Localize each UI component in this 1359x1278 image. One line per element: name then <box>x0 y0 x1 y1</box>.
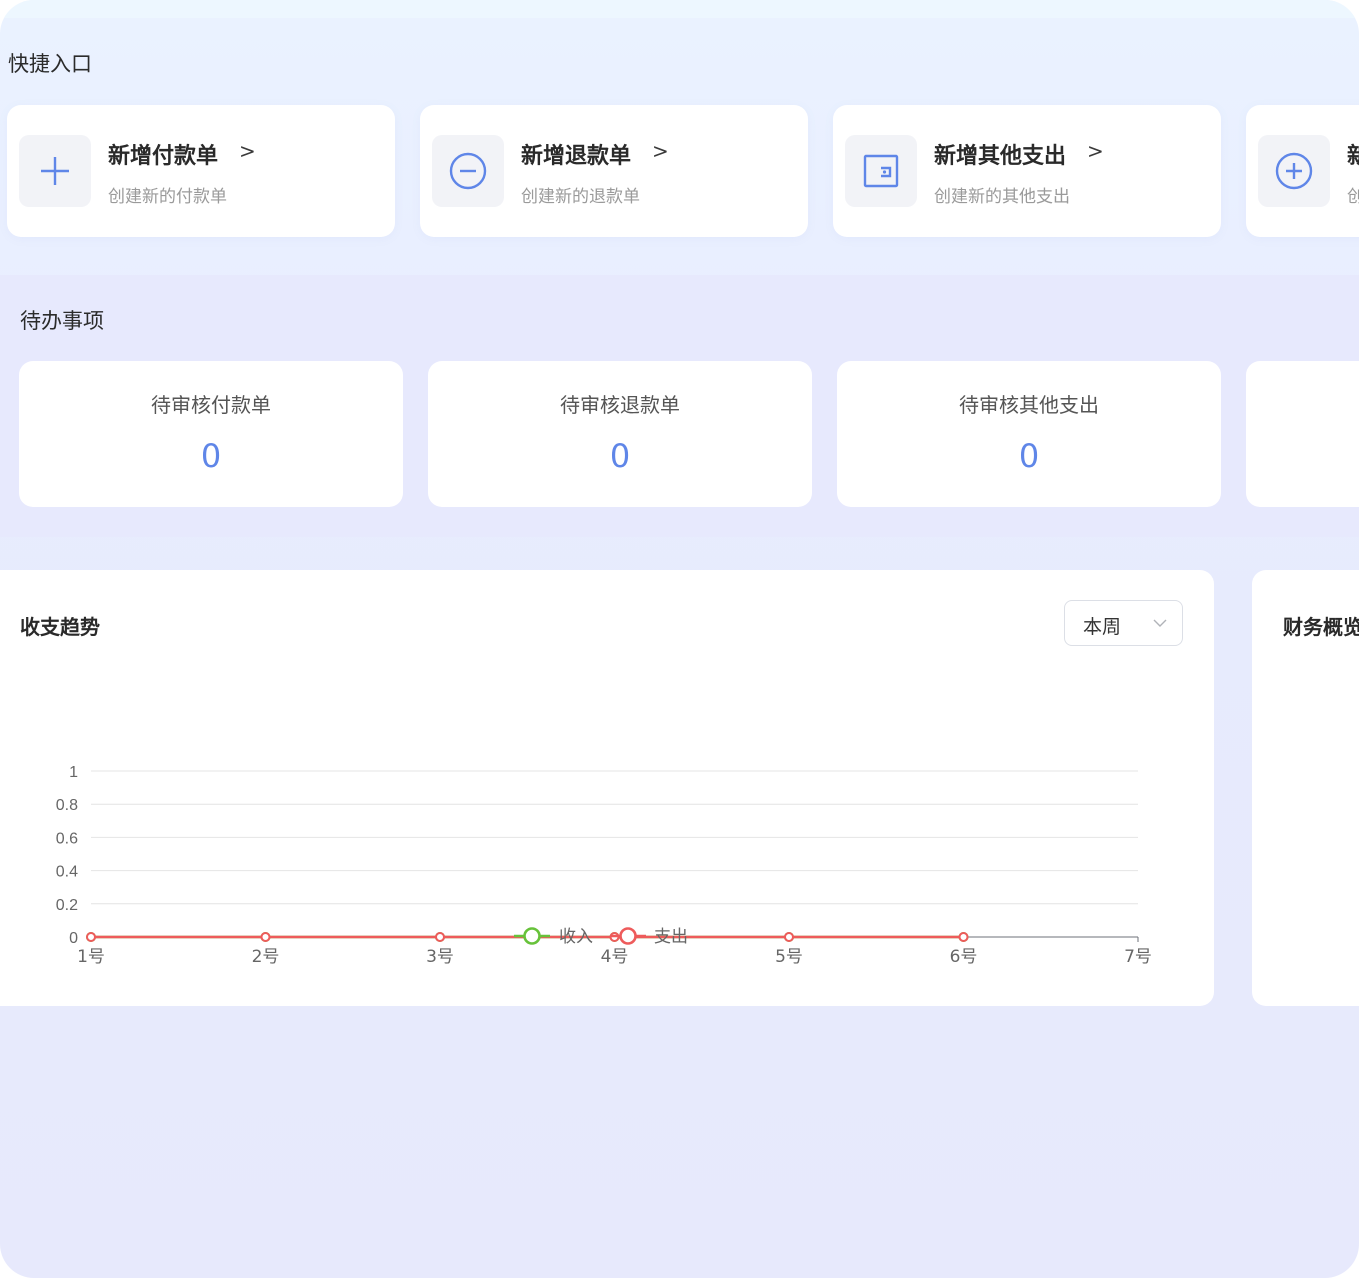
todo-card-pending-other[interactable]: 待审核其他支出 0 <box>837 361 1221 507</box>
quick-card-title: 新增退款单 <box>521 144 632 169</box>
quick-card-partial[interactable]: 新 创 <box>1246 105 1359 237</box>
quick-card-subtitle: 创 <box>1347 187 1359 207</box>
finance-overview-title: 财务概览 <box>1283 615 1359 639</box>
todo-card-pending-payment[interactable]: 待审核付款单 0 <box>19 361 403 507</box>
todo-label: 待审核退款单 <box>560 393 680 417</box>
quick-card-title: 新增付款单 <box>108 144 219 169</box>
top-strip <box>0 0 1359 18</box>
todo-count: 0 <box>1018 437 1040 475</box>
todo-title: 待办事项 <box>20 309 104 333</box>
plus-icon <box>19 135 91 207</box>
todo-card-partial[interactable] <box>1246 361 1359 507</box>
quick-card-title: 新增其他支出 <box>934 144 1067 169</box>
trend-panel <box>0 570 1214 1006</box>
todo-card-pending-refund[interactable]: 待审核退款单 0 <box>428 361 812 507</box>
period-select[interactable]: 本周 <box>1064 600 1183 646</box>
quick-card-subtitle: 创建新的付款单 <box>108 187 227 207</box>
todo-label: 待审核付款单 <box>151 393 271 417</box>
quick-card-new-refund[interactable]: 新增退款单 > 创建新的退款单 <box>420 105 808 237</box>
quick-card-new-other-expense[interactable]: 新增其他支出 > 创建新的其他支出 <box>833 105 1221 237</box>
dashboard-frame: 快捷入口 新增付款单 > 创建新的付款单 新增退款单 > 创建新的退款单 新增其… <box>0 0 1359 1278</box>
plus-circle-icon <box>1258 135 1330 207</box>
quick-card-new-payment[interactable]: 新增付款单 > 创建新的付款单 <box>7 105 395 237</box>
todo-count: 0 <box>609 437 631 475</box>
chevron-right-icon: > <box>1087 139 1104 163</box>
todo-count: 0 <box>200 437 222 475</box>
quick-card-title: 新 <box>1347 144 1359 169</box>
quick-card-subtitle: 创建新的退款单 <box>521 187 640 207</box>
quick-card-subtitle: 创建新的其他支出 <box>934 187 1070 207</box>
chevron-down-icon <box>1152 615 1168 635</box>
chevron-right-icon: > <box>239 139 256 163</box>
minus-circle-icon <box>432 135 504 207</box>
trend-title: 收支趋势 <box>20 615 100 639</box>
chevron-right-icon: > <box>652 139 669 163</box>
wallet-icon <box>845 135 917 207</box>
todo-label: 待审核其他支出 <box>959 393 1099 417</box>
quick-entry-title: 快捷入口 <box>8 52 92 76</box>
period-select-value: 本周 <box>1083 616 1122 638</box>
